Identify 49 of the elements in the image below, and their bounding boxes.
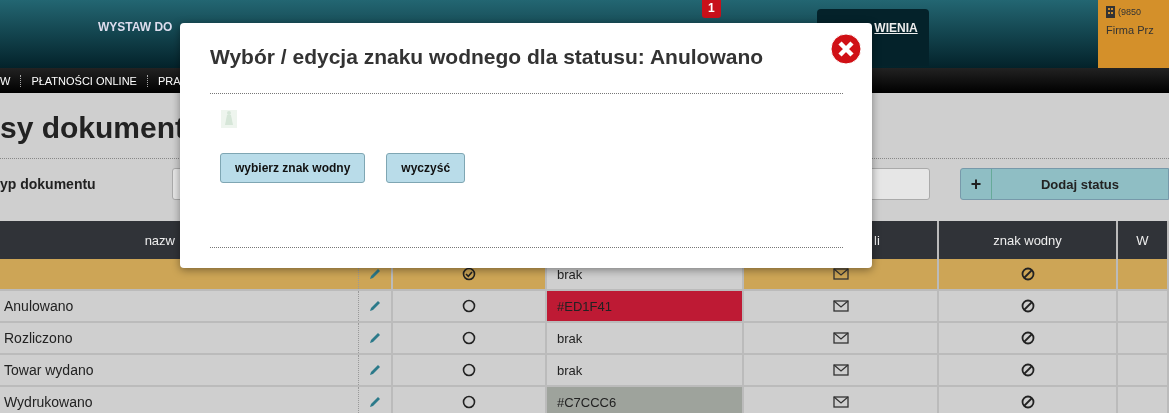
radio-circle-icon[interactable] [462, 331, 476, 345]
radio-circle-icon[interactable] [462, 363, 476, 377]
envelope-icon [832, 332, 849, 344]
close-icon[interactable] [830, 33, 862, 65]
nav-item[interactable]: W [0, 74, 22, 87]
pencil-icon[interactable] [368, 331, 382, 345]
dialog-title: Wybór / edycja znaku wodnego dla statusu: Anulowano [210, 44, 765, 70]
page-title: sy dokument [0, 111, 178, 145]
pencil-icon[interactable] [368, 363, 382, 377]
prohibited-icon [1020, 395, 1035, 409]
table-row[interactable]: Towar wydano [0, 355, 393, 387]
dialog-button[interactable]: wyczyść [386, 153, 466, 183]
color-cell: brak [547, 323, 744, 355]
table-row[interactable]: Anulowano [0, 291, 393, 323]
dialog-button[interactable]: wybierz znak wodny [220, 153, 366, 183]
check-circle-icon[interactable] [462, 267, 476, 281]
pencil-icon[interactable] [368, 299, 382, 313]
table-row[interactable]: Rozliczono [0, 323, 393, 355]
column-header: W [1118, 221, 1169, 259]
menu-item[interactable]: WYSTAW DO [98, 20, 178, 36]
color-cell: brak [547, 355, 744, 387]
column-header: znak wodny [939, 221, 1118, 259]
building-icon [1106, 6, 1115, 18]
nav-item[interactable]: PŁATNOŚCI ONLINE [21, 74, 148, 87]
prohibited-icon [1020, 267, 1035, 281]
radio-circle-icon[interactable] [462, 395, 476, 409]
phone-number: (9850 [1118, 7, 1142, 17]
filter-label: yp dokumentu [0, 176, 97, 192]
status-name: Wydrukowano [4, 394, 93, 410]
prohibited-icon [1020, 363, 1035, 377]
envelope-icon [832, 364, 849, 376]
prohibited-icon [1020, 299, 1035, 313]
watermark-preview-icon [220, 109, 238, 129]
prohibited-icon [1020, 331, 1035, 345]
company-name: Firma Prz [1106, 24, 1155, 36]
status-name: Anulowano [4, 298, 74, 314]
notification-badge: 1 [702, 0, 721, 18]
color-cell: #C7CCC6 [547, 387, 744, 413]
menu-link[interactable]: WIENIA [874, 21, 918, 35]
color-cell: #ED1F41 [547, 291, 744, 323]
envelope-icon [832, 300, 849, 312]
status-name: Towar wydano [4, 362, 94, 378]
status-name: Rozliczono [4, 330, 73, 346]
envelope-icon [832, 268, 849, 280]
radio-circle-icon[interactable] [462, 299, 476, 313]
envelope-icon [832, 396, 849, 408]
add-status-button[interactable]: + Dodaj status [960, 168, 1169, 200]
account-panel[interactable]: (9850 Firma Prz [1098, 0, 1169, 68]
pencil-icon[interactable] [368, 395, 382, 409]
